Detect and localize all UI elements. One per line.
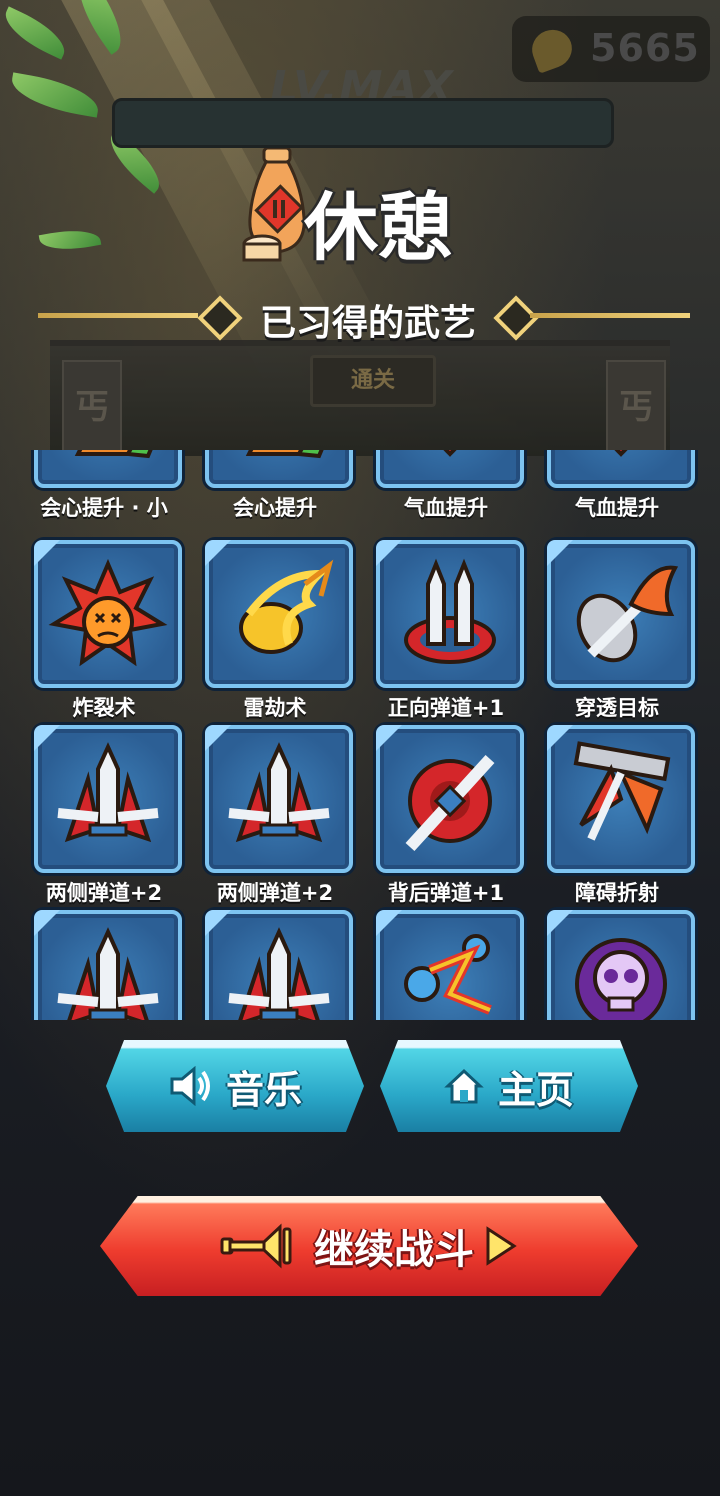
skill-card[interactable]: 气血提升 xyxy=(547,450,717,522)
skill-label: 会心提升 xyxy=(233,496,317,520)
skill-tile xyxy=(34,450,182,488)
skill-card[interactable]: 两侧弹道+2 xyxy=(34,725,204,907)
side-banner: 丐 xyxy=(606,360,666,454)
skill-label: 炸裂术 xyxy=(72,696,136,720)
skill-card[interactable] xyxy=(205,910,375,1020)
home-label: 主页 xyxy=(497,1067,574,1112)
skill-label: 两侧弹道+2 xyxy=(45,881,163,905)
skill-card[interactable] xyxy=(376,910,546,1020)
ricochet-icon xyxy=(573,741,671,841)
skill-card[interactable]: 两侧弹道+2 xyxy=(205,725,375,907)
skill-tile xyxy=(34,540,182,688)
skill-label: 会心提升 · 小 xyxy=(40,496,168,520)
divider-ornament xyxy=(197,295,243,341)
pierce-icon xyxy=(576,565,679,663)
skill-card[interactable]: 雷劫术 xyxy=(205,540,375,722)
skill-tile xyxy=(376,910,524,1020)
side-projectile-icon xyxy=(57,927,159,1020)
skill-card[interactable]: 会心提升 xyxy=(205,450,375,522)
skill-label: 两侧弹道+2 xyxy=(216,881,334,905)
skill-tile xyxy=(376,725,524,873)
explosion-icon xyxy=(48,558,168,667)
skill-tile xyxy=(205,725,353,873)
skill-label: 背后弹道+1 xyxy=(387,881,505,905)
health-up-icon xyxy=(443,450,457,457)
horn-icon xyxy=(220,1223,292,1269)
side-projectile-icon xyxy=(228,742,330,843)
side-banner: 丐 xyxy=(62,360,122,454)
side-projectile-icon xyxy=(228,927,330,1020)
skill-tile xyxy=(34,725,182,873)
gate-sign: 通关 xyxy=(310,355,436,407)
skill-label: 气血提升 xyxy=(404,496,488,520)
forward-projectile-icon xyxy=(404,558,496,664)
skill-label: 障碍折射 xyxy=(575,881,659,905)
skill-tile xyxy=(547,910,695,1020)
section-title: 已习得的武艺 xyxy=(259,303,476,344)
skill-card[interactable]: 穿透目标 xyxy=(547,540,717,722)
skill-label: 雷劫术 xyxy=(243,696,307,720)
section-header: 已习得的武艺 xyxy=(38,290,690,346)
skill-tile xyxy=(547,540,695,688)
skill-grid[interactable]: 会心提升 · 小 会心提升 气血提升 气血提升炸裂术 雷劫术 正向弹道+1 穿透目标两侧弹道… xyxy=(0,450,720,1020)
coin-amount: 5665 xyxy=(590,26,700,70)
continue-battle-button[interactable]: 继续战斗 xyxy=(100,1196,638,1296)
divider-ornament xyxy=(493,295,539,341)
divider-line xyxy=(530,313,690,318)
level-bar xyxy=(112,98,614,148)
skill-label: 气血提升 xyxy=(575,496,659,520)
skill-card[interactable]: 气血提升 xyxy=(376,450,546,522)
health-up-icon xyxy=(614,450,628,457)
side-projectile-icon xyxy=(57,742,159,843)
skill-card[interactable] xyxy=(547,910,717,1020)
skill-tile xyxy=(34,910,182,1020)
home-button[interactable]: 主页 xyxy=(380,1040,638,1132)
skill-tile xyxy=(376,540,524,688)
skill-label: 正向弹道+1 xyxy=(387,696,505,720)
skill-card[interactable]: 正向弹道+1 xyxy=(376,540,546,722)
coin-counter: 5665 xyxy=(512,16,710,82)
wine-jug-icon xyxy=(242,148,306,262)
leaf-coin-icon xyxy=(526,24,578,74)
skill-tile xyxy=(205,540,353,688)
skill-tile xyxy=(547,450,695,488)
title-text: 休憩 xyxy=(304,185,452,271)
skill-tile xyxy=(376,450,524,488)
bounce-ghost-icon xyxy=(404,934,492,1015)
critical-up-icon xyxy=(245,450,324,459)
home-icon xyxy=(444,1068,484,1104)
poison-skull-icon xyxy=(575,938,667,1020)
skill-label: 穿透目标 xyxy=(575,696,659,720)
lightning-icon xyxy=(239,559,334,654)
skill-card[interactable]: 背后弹道+1 xyxy=(376,725,546,907)
skill-tile xyxy=(205,450,353,488)
music-button[interactable]: 音乐 xyxy=(106,1040,364,1132)
skill-tile xyxy=(547,725,695,873)
skill-tile xyxy=(205,910,353,1020)
play-arrow-icon xyxy=(486,1226,517,1266)
skill-card[interactable] xyxy=(34,910,204,1020)
skill-card[interactable]: 会心提升 · 小 xyxy=(34,450,204,522)
speaker-icon xyxy=(170,1066,210,1106)
rear-projectile-icon xyxy=(405,754,495,852)
pause-title: 休憩 xyxy=(222,148,502,271)
critical-up-icon xyxy=(74,450,153,459)
music-label: 音乐 xyxy=(225,1067,302,1112)
divider-line xyxy=(38,313,198,318)
skill-card[interactable]: 炸裂术 xyxy=(34,540,204,722)
skill-card[interactable]: 障碍折射 xyxy=(547,725,717,907)
continue-label: 继续战斗 xyxy=(314,1227,474,1273)
